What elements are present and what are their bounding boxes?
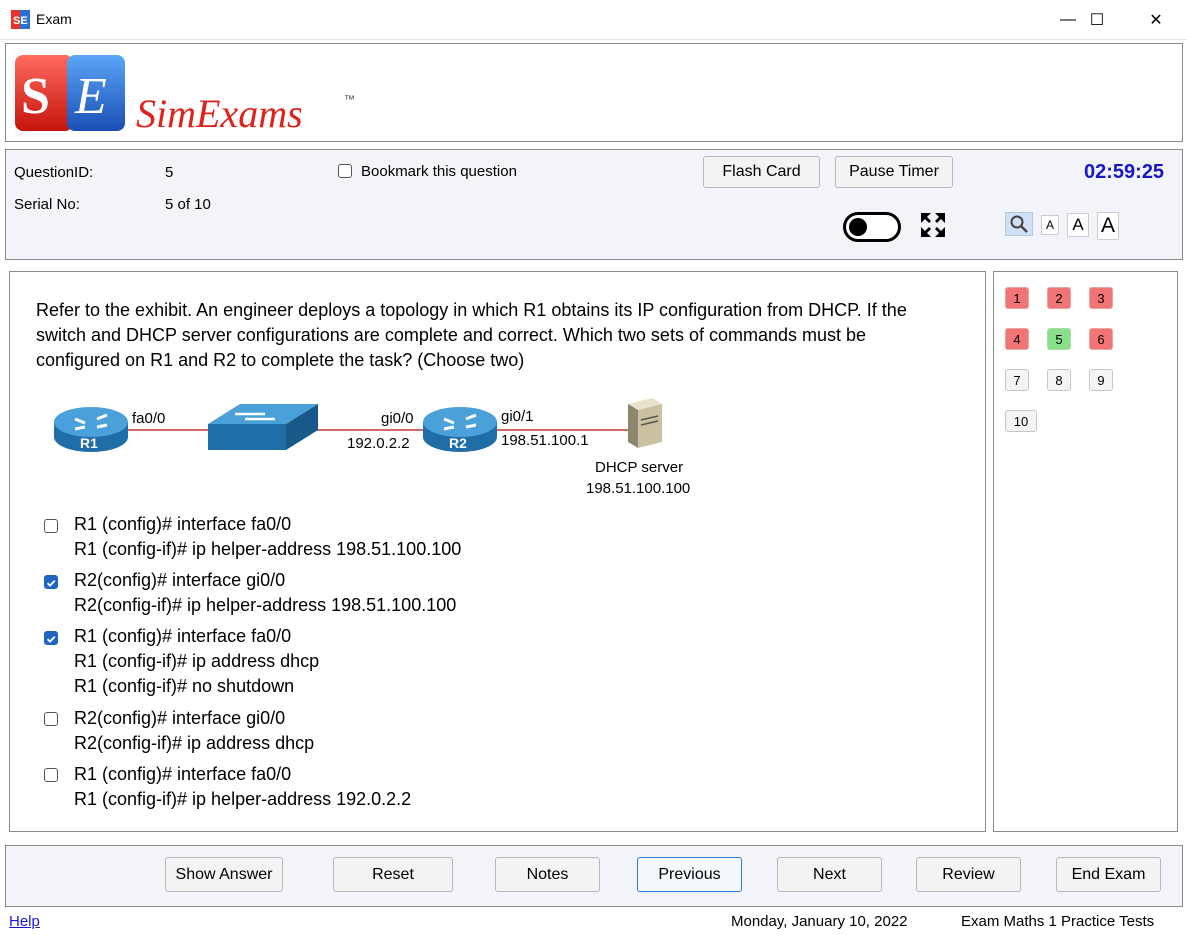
checkmark-icon [46, 635, 56, 643]
answer-2-line-1[interactable]: R2(config)# interface gi0/0 [74, 568, 285, 593]
r2-gi0-0-ip: 192.0.2.2 [347, 435, 410, 452]
bookmark-label[interactable]: Bookmark this question [361, 163, 517, 180]
reset-button[interactable]: Reset [333, 857, 453, 892]
answer-5-line-1[interactable]: R1 (config)# interface fa0/0 [74, 762, 291, 787]
answer-1-checkbox[interactable] [44, 519, 58, 533]
nav-question-2[interactable]: 2 [1047, 287, 1071, 309]
gi0-1-label: gi0/1 [501, 408, 534, 425]
svg-text:E: E [74, 68, 107, 125]
font-size-small-button[interactable]: A [1041, 215, 1059, 235]
dhcp-server-label: DHCP server [595, 459, 684, 476]
nav-question-9[interactable]: 9 [1089, 369, 1113, 391]
svg-text:S: S [21, 68, 50, 125]
nav-question-5[interactable]: 5 [1047, 328, 1071, 350]
simexams-logo-mark: S E [15, 53, 126, 132]
serial-value: 5 of 10 [165, 196, 211, 213]
r2-gi0-1-ip: 198.51.100.1 [501, 432, 589, 449]
r1-label: R1 [80, 435, 98, 451]
pause-timer-button[interactable]: Pause Timer [835, 156, 953, 188]
nav-question-3[interactable]: 3 [1089, 287, 1113, 309]
fullscreen-icon[interactable] [920, 212, 946, 243]
gi0-0-label: gi0/0 [381, 410, 414, 427]
nav-question-4[interactable]: 4 [1005, 328, 1029, 350]
font-size-medium-button[interactable]: A [1067, 213, 1089, 237]
answer-2-checkbox[interactable] [44, 575, 58, 589]
r2-label: R2 [449, 435, 467, 451]
theme-toggle[interactable] [843, 212, 901, 247]
next-button[interactable]: Next [777, 857, 882, 892]
answer-2-line-2[interactable]: R2(config-if)# ip helper-address 198.51.… [74, 593, 456, 618]
maximize-button[interactable]: ☐ [1067, 0, 1127, 40]
answer-5-checkbox[interactable] [44, 768, 58, 782]
status-product: Exam Maths 1 Practice Tests [961, 913, 1155, 930]
end-exam-button[interactable]: End Exam [1056, 857, 1161, 892]
help-link[interactable]: Help [9, 913, 40, 930]
exam-timer: 02:59:25 [1084, 161, 1165, 183]
trademark: ™ [344, 94, 355, 106]
status-date: Monday, January 10, 2022 [731, 913, 908, 930]
question-id-value: 5 [165, 164, 174, 181]
switch-icon [208, 404, 318, 450]
topology-exhibit: R1 R2 fa0/0 gi0/0 192.0.2.2 gi0/1 198.51… [40, 392, 720, 500]
close-button[interactable]: ✕ [1126, 0, 1186, 40]
nav-question-10[interactable]: 10 [1005, 410, 1037, 432]
answer-4-line-1[interactable]: R2(config)# interface gi0/0 [74, 706, 285, 731]
svg-text:SE: SE [13, 15, 28, 27]
nav-question-1[interactable]: 1 [1005, 287, 1029, 309]
show-answer-button[interactable]: Show Answer [165, 857, 283, 892]
review-button[interactable]: Review [916, 857, 1021, 892]
bookmark-checkbox[interactable] [338, 164, 352, 178]
answer-1-line-1[interactable]: R1 (config)# interface fa0/0 [74, 512, 291, 537]
nav-question-8[interactable]: 8 [1047, 369, 1071, 391]
question-text: Refer to the exhibit. An engineer deploy… [36, 300, 907, 370]
simexams-logo-text: SimExams [136, 91, 303, 136]
answer-1-line-2[interactable]: R1 (config-if)# ip helper-address 198.51… [74, 537, 461, 562]
question-navigator [993, 271, 1178, 832]
answer-3-checkbox[interactable] [44, 631, 58, 645]
title-bar: SE Exam — ☐ ✕ [0, 0, 1187, 40]
app-icon: SE [11, 10, 30, 29]
notes-button[interactable]: Notes [495, 857, 600, 892]
answer-4-line-2[interactable]: R2(config-if)# ip address dhcp [74, 731, 314, 756]
dhcp-server-icon [628, 398, 662, 448]
answer-3-line-2[interactable]: R1 (config-if)# ip address dhcp [74, 649, 319, 674]
logo-panel: S E SimExams ™ [5, 43, 1183, 142]
question-id-label: QuestionID: [14, 164, 94, 181]
window-title: Exam [36, 11, 72, 27]
answer-3-line-3[interactable]: R1 (config-if)# no shutdown [74, 674, 294, 699]
fa0-0-label: fa0/0 [132, 410, 166, 427]
nav-question-6[interactable]: 6 [1089, 328, 1113, 350]
zoom-search-icon[interactable] [1005, 212, 1033, 236]
answer-3-line-1[interactable]: R1 (config)# interface fa0/0 [74, 624, 291, 649]
font-size-large-button[interactable]: A [1097, 212, 1119, 240]
flash-card-button[interactable]: Flash Card [703, 156, 820, 188]
checkmark-icon [46, 579, 56, 587]
nav-question-7[interactable]: 7 [1005, 369, 1029, 391]
answer-5-line-2[interactable]: R1 (config-if)# ip helper-address 192.0.… [74, 787, 411, 812]
dhcp-server-ip: 198.51.100.100 [586, 480, 691, 497]
answer-4-checkbox[interactable] [44, 712, 58, 726]
previous-button[interactable]: Previous [637, 857, 742, 892]
serial-label: Serial No: [14, 196, 80, 213]
